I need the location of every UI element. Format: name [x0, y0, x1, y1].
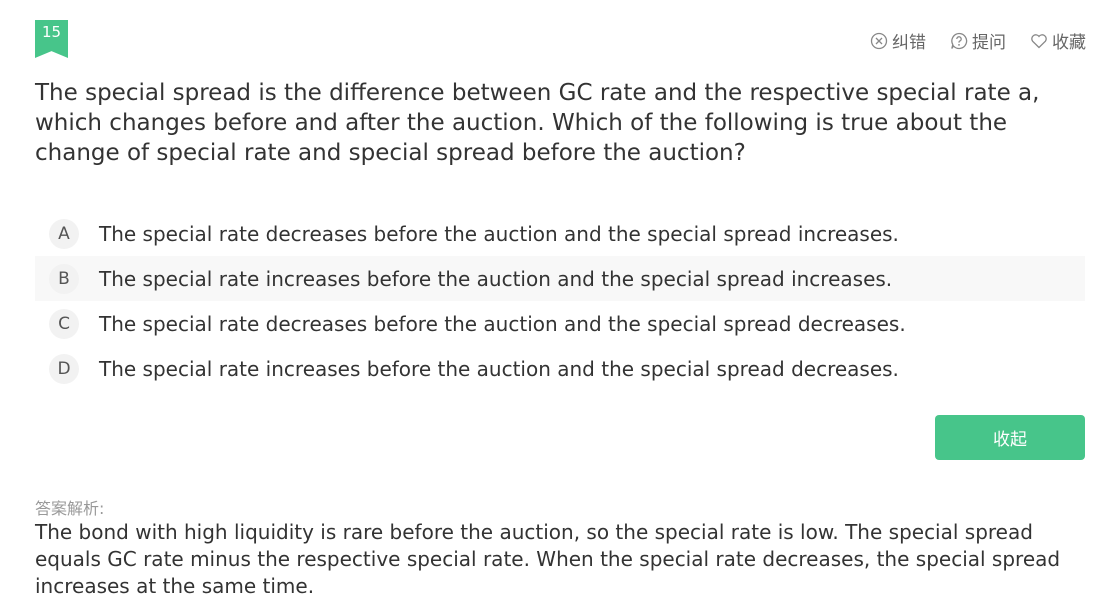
option-text: The special rate decreases before the au…: [99, 221, 899, 246]
question-text: The special spread is the difference bet…: [35, 80, 1040, 166]
option-d[interactable]: D The special rate increases before the …: [35, 346, 1085, 391]
option-text: The special rate increases before the au…: [99, 266, 893, 291]
option-text: The special rate decreases before the au…: [99, 311, 906, 336]
option-letter: D: [49, 353, 79, 384]
heart-icon: [1031, 33, 1047, 48]
ask-question-label: 提问: [972, 33, 1006, 53]
close-circle-icon: [870, 32, 888, 49]
option-letter: A: [49, 218, 79, 249]
favorite-button[interactable]: 收藏: [1030, 28, 1086, 53]
option-c[interactable]: C The special rate decreases before the …: [35, 301, 1085, 346]
option-text: The special rate increases before the au…: [99, 356, 899, 381]
option-letter: C: [49, 308, 79, 339]
report-error-label: 纠错: [892, 33, 926, 53]
analysis-label: 答案解析:: [35, 499, 105, 518]
ask-question-button[interactable]: 提问: [950, 28, 1006, 53]
collapse-button[interactable]: 收起: [935, 415, 1085, 460]
option-letter: B: [49, 263, 79, 294]
question-page: 15 纠错 提问 收藏 The special spread is the di…: [0, 0, 1119, 603]
question-actions: 纠错 提问 收藏: [870, 28, 1086, 53]
question-bubble-icon: [951, 32, 968, 49]
option-a[interactable]: A The special rate decreases before the …: [35, 211, 1085, 256]
option-b[interactable]: B The special rate increases before the …: [35, 256, 1085, 301]
question-number-badge: 15: [35, 20, 68, 58]
report-error-button[interactable]: 纠错: [870, 28, 926, 53]
question-number: 15: [41, 23, 62, 41]
favorite-label: 收藏: [1052, 33, 1086, 53]
options-list: A The special rate decreases before the …: [35, 211, 1085, 391]
analysis-text: The bond with high liquidity is rare bef…: [35, 520, 1061, 598]
